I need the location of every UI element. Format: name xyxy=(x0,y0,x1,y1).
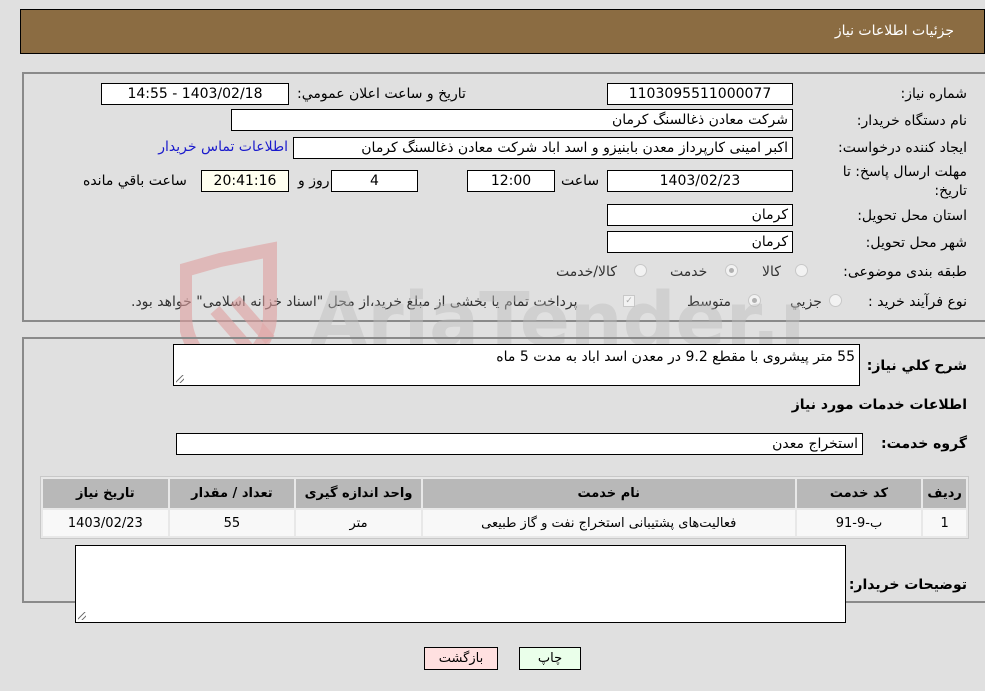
buyer-notes-label: توضيحات خريدار: xyxy=(848,577,967,593)
remaining-days-field: 4 xyxy=(331,170,418,192)
description-textarea[interactable]: 55 متر پیشروی با مقطع 9.2 در معدن اسد اب… xyxy=(173,344,860,386)
col-header-service-name: نام خدمت xyxy=(422,479,795,508)
creator-field: اکبر امینی کارپرداز معدن بابنیزو و اسد ا… xyxy=(293,137,793,159)
services-section-title: اطلاعات خدمات مورد نياز xyxy=(791,397,967,413)
col-header-row-number: رديف xyxy=(923,479,966,508)
buyer-notes-textarea[interactable] xyxy=(75,545,846,623)
buyer-org-field: شرکت معادن ذغالسنگ کرمان xyxy=(231,109,793,131)
process-medium-label: متوسط xyxy=(687,294,731,310)
process-radio-small[interactable] xyxy=(829,294,842,307)
category-label: طبقه بندی موضوعی: xyxy=(843,264,967,280)
table-row: 1 ب-9-91 فعالیت‌های پشتیبانی استخراج نفت… xyxy=(43,510,966,536)
resize-grip-icon[interactable] xyxy=(78,612,86,620)
category-radio-service[interactable] xyxy=(725,264,738,277)
category-service-label: خدمت xyxy=(670,264,708,280)
treasury-checkbox[interactable]: ✓ xyxy=(623,295,635,307)
province-label: استان محل تحويل: xyxy=(857,208,967,224)
category-radio-goods-service[interactable] xyxy=(634,264,647,277)
remaining-time-label: ساعت باقي مانده xyxy=(83,173,187,189)
col-header-unit: واحد اندازه گيری xyxy=(296,479,421,508)
category-goods-label: کالا xyxy=(762,264,781,280)
need-number-field: 1103095511000077 xyxy=(607,83,793,105)
process-small-label: جزيي xyxy=(790,294,822,310)
need-number-label: شماره نياز: xyxy=(900,86,968,102)
back-button[interactable]: بازگشت xyxy=(424,647,498,670)
category-goods-service-label: کالا/خدمت xyxy=(556,264,617,280)
province-field: کرمان xyxy=(607,204,793,226)
announce-date-field: 1403/02/18 - 14:55 xyxy=(101,83,289,105)
cell-need-date: 1403/02/23 xyxy=(43,510,168,536)
cell-unit: متر xyxy=(296,510,421,536)
page-header: جزئيات اطلاعات نياز xyxy=(20,9,985,54)
buyer-contact-link[interactable]: اطلاعات تماس خريدار xyxy=(158,139,288,155)
deadline-label-line1: مهلت ارسال پاسخ: تا xyxy=(842,164,967,180)
category-radio-goods[interactable] xyxy=(795,264,808,277)
service-group-label: گروه خدمت: xyxy=(881,436,967,452)
description-text: 55 متر پیشروی با مقطع 9.2 در معدن اسد اب… xyxy=(496,349,855,365)
deadline-time-field: 12:00 xyxy=(467,170,555,192)
remaining-time-field: 20:41:16 xyxy=(201,170,289,192)
deadline-time-label: ساعت xyxy=(561,173,600,189)
description-label: شرح کلي نياز: xyxy=(866,358,967,374)
city-field: کرمان xyxy=(607,231,793,253)
deadline-label-line2: تاريخ: xyxy=(934,183,967,199)
page-title: جزئيات اطلاعات نياز xyxy=(834,23,954,39)
cell-service-code: ب-9-91 xyxy=(796,510,922,536)
table-header-row: رديف کد خدمت نام خدمت واحد اندازه گيری ت… xyxy=(43,479,966,508)
col-header-quantity: تعداد / مقدار xyxy=(169,479,295,508)
print-button[interactable]: چاپ xyxy=(519,647,581,670)
col-header-service-code: کد خدمت xyxy=(796,479,922,508)
services-table-wrapper: رديف کد خدمت نام خدمت واحد اندازه گيری ت… xyxy=(40,476,969,539)
creator-label: ايجاد کننده درخواست: xyxy=(838,140,967,156)
days-label: روز و xyxy=(298,173,330,189)
deadline-date-field: 1403/02/23 xyxy=(607,170,793,192)
services-table: رديف کد خدمت نام خدمت واحد اندازه گيری ت… xyxy=(40,476,969,539)
cell-row-number: 1 xyxy=(923,510,966,536)
treasury-checkbox-label: پرداخت تمام يا بخشی از مبلغ خريد،از محل … xyxy=(131,294,578,310)
city-label: شهر محل تحويل: xyxy=(865,235,967,251)
process-radio-medium[interactable] xyxy=(748,294,761,307)
cell-service-name: فعالیت‌های پشتیبانی استخراج نفت و گاز طب… xyxy=(422,510,795,536)
process-label: نوع فرآيند خريد : xyxy=(868,294,967,310)
announce-date-label: تاريخ و ساعت اعلان عمومي: xyxy=(297,86,466,102)
resize-grip-icon[interactable] xyxy=(176,375,184,383)
service-group-field: استخراج معدن xyxy=(176,433,863,455)
col-header-need-date: تاريخ نياز xyxy=(43,479,168,508)
cell-quantity: 55 xyxy=(169,510,295,536)
buyer-org-label: نام دستگاه خريدار: xyxy=(856,113,967,129)
